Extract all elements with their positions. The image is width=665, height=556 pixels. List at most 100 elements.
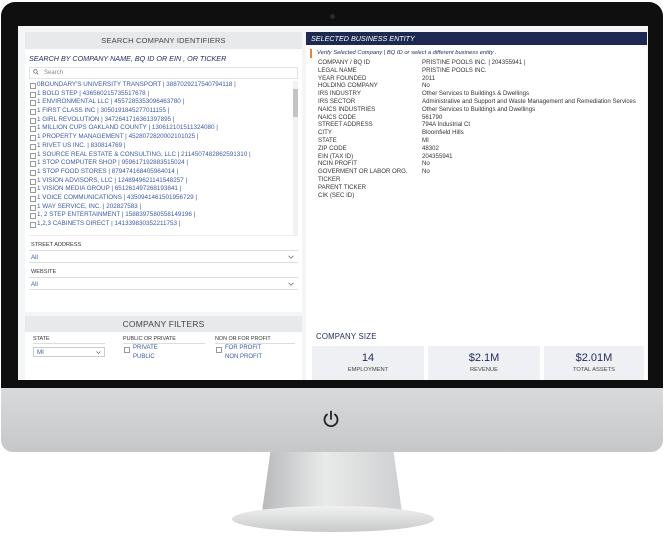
entity-header: SELECTED BUSINESS ENTITY — [306, 32, 647, 45]
detail-key: CIK (SEC ID) — [318, 191, 355, 199]
chevron-down-icon — [288, 282, 294, 286]
state-select[interactable]: MI — [33, 347, 105, 357]
detail-row: IRS SECTOR Administrative and Support and… — [318, 98, 646, 106]
website-filter: WEBSITE All — [29, 269, 298, 290]
detail-value: 204355941 — [422, 152, 453, 160]
list-item-label: 1 VISION MEDIA GROUP | 65126149726819384… — [37, 185, 182, 193]
list-item[interactable]: 1 STOP COMPUTER SHOP | 9596171928835150​… — [29, 159, 298, 168]
list-item-label: 1,2,3 CABINETS DIRECT | 1413398303522117… — [37, 220, 181, 227]
list-item[interactable]: 1 SOURCE REAL ESTATE & CONSULTING, LLC |… — [29, 151, 298, 160]
list-item[interactable]: 1 VOICE COMMUNICATIONS | 435094146150195… — [29, 194, 298, 203]
checkbox[interactable] — [216, 346, 222, 353]
detail-key: PARENT TICKER — [318, 183, 367, 191]
filters-header: COMPANY FILTERS — [25, 316, 302, 332]
checkbox[interactable] — [30, 213, 36, 220]
list-item-label: 1 VOICE COMMUNICATIONS | 435094146150195… — [37, 193, 197, 201]
list-item[interactable]: 1, 2 STEP ENTERTAINMENT | 15883975805581… — [29, 211, 298, 220]
option-label: PRIVATE — [133, 345, 158, 351]
checkbox[interactable] — [30, 161, 36, 168]
detail-key: NCIN PROFIT — [318, 160, 357, 168]
checkbox[interactable] — [30, 195, 36, 202]
checkbox[interactable] — [30, 126, 36, 133]
list-item[interactable]: 1 VISION MEDIA GROUP | 65126149726819384… — [29, 185, 298, 194]
entity-panel: SELECTED BUSINESS ENTITY Verify Selected… — [306, 32, 647, 380]
checkbox[interactable] — [30, 169, 36, 176]
checkbox[interactable] — [30, 91, 36, 98]
checkbox[interactable] — [30, 187, 36, 194]
list-item-label: 1 WAY SERVICE, INC. | 202827583 | — [37, 202, 142, 210]
list-item[interactable]: 1 VISION ADVISORS, LLC | 124894962114154… — [29, 177, 298, 186]
website-select[interactable]: All — [29, 278, 298, 290]
list-item[interactable]: 1 WAY SERVICE, INC. | 202827583 | — [29, 203, 298, 212]
search-panel: SEARCH COMPANY IDENTIFIERS SEARCH BY COM… — [25, 32, 302, 312]
checkbox[interactable] — [30, 143, 36, 150]
detail-value: 2011 — [422, 74, 436, 82]
option-label: FOR PROFIT — [225, 345, 262, 351]
street-address-select[interactable]: All — [29, 251, 298, 263]
option-public[interactable]: PUBLIC — [123, 353, 205, 362]
detail-key: HOLDING COMPANY — [318, 82, 378, 90]
checkbox[interactable] — [30, 109, 36, 116]
profit-filter: NON OR FOR PROFIT FOR PROFIT NON PROFIT — [215, 336, 295, 362]
option-non-profit[interactable]: NON PROFIT — [215, 353, 295, 362]
list-item[interactable]: 1,2,3 CABINETS DIRECT | 1413398303522117… — [29, 220, 298, 229]
detail-value: Administrative and Support and Waste Man… — [422, 97, 636, 105]
search-placeholder: Search — [44, 69, 64, 76]
stat-value: 14 — [361, 352, 375, 364]
detail-row: NCIN PROFIT No — [318, 160, 646, 168]
search-input[interactable]: Search — [29, 67, 298, 79]
detail-value: Other Services to Buildings & Dwellings — [422, 90, 530, 98]
detail-value: 561790 — [422, 113, 443, 121]
checkbox[interactable] — [30, 222, 36, 228]
street-address-label: STREET ADDRESS — [29, 242, 298, 251]
list-item[interactable]: 1 RIVET US INC. | 830814769 | — [29, 142, 298, 151]
list-item[interactable]: 0BOUNDARY'S UNIVERSITY TRANSPORT | 38870… — [29, 81, 298, 90]
detail-key: CITY — [318, 129, 332, 137]
screen: SEARCH COMPANY IDENTIFIERS SEARCH BY COM… — [18, 26, 648, 380]
list-item-label: 1 VISION ADVISORS, LLC | 124894962114154… — [37, 176, 188, 184]
detail-row: CIK (SEC ID) — [318, 192, 646, 200]
detail-value: PRISTINE POOLS INC. | 204355941 | — [422, 59, 526, 66]
state-filter: STATE MI — [33, 336, 105, 357]
detail-row: IRS INDUSTRY Other Services to Buildings … — [318, 90, 646, 98]
detail-key: EIN (TAX ID) — [318, 152, 354, 160]
company-list: 0BOUNDARY'S UNIVERSITY TRANSPORT | 38870… — [29, 81, 298, 236]
list-item[interactable]: 1 ENVIRONMENTAL LLC | 455728535309646378… — [29, 98, 298, 107]
stat-label: EMPLOYMENT — [347, 367, 389, 373]
checkbox[interactable] — [30, 178, 36, 185]
list-item[interactable]: 1 PROPERTY MANAGEMENT | 4528072820002101… — [29, 133, 298, 142]
checkbox[interactable] — [30, 152, 36, 159]
option-private[interactable]: PRIVATE — [123, 344, 205, 353]
list-item[interactable]: 1 GIRL REVOLUTION | 347264171636139789​5… — [29, 116, 298, 125]
detail-row: HOLDING COMPANY No — [318, 82, 646, 90]
company-filters-panel: COMPANY FILTERS STATE MI PUBLIC OR PRIVA… — [25, 316, 302, 380]
list-item-label: 1 ENVIRONMENTAL LLC | 455728535309646378… — [37, 98, 185, 106]
checkbox[interactable] — [30, 117, 36, 124]
checkbox[interactable] — [30, 204, 36, 211]
checkbox[interactable] — [30, 83, 36, 89]
list-item[interactable]: 1 BOLD STEP | 4365602157355176​78 | — [29, 90, 298, 99]
list-item[interactable]: 1 MILLION CUPS OAKLAND COUNTY | 13061210… — [29, 124, 298, 133]
detail-key: TICKER — [318, 175, 341, 183]
option-for-profit[interactable]: FOR PROFIT — [215, 344, 295, 353]
list-item-label: 1 STOP FOOD STORES | 879474168405964014 … — [37, 167, 179, 175]
option-label: PUBLIC — [133, 354, 155, 360]
checkbox[interactable] — [124, 346, 130, 353]
list-item[interactable]: 1 STOP FOOD STORES | 879474168405964014 … — [29, 168, 298, 177]
checkbox[interactable] — [30, 100, 36, 107]
detail-row: GOVERMENT OR LABOR ORG. No — [318, 168, 646, 176]
detail-value: 48302 — [422, 144, 439, 152]
entity-details: COMPANY / BQ ID PRISTINE POOLS INC. | 204… — [318, 59, 646, 199]
checkbox[interactable] — [30, 135, 36, 142]
scrollbar-thumb[interactable] — [293, 89, 298, 117]
detail-row: ZIP CODE 48302 — [318, 145, 646, 153]
verify-note: Verify Selected Company | BQ ID or selec… — [310, 49, 643, 58]
list-item[interactable]: 1 FIRST CLASS INC | 3050191845277011155 … — [29, 107, 298, 116]
detail-value: No — [422, 160, 430, 168]
list-item-label: 0BOUNDARY'S UNIVERSITY TRANSPORT | 38870… — [37, 81, 236, 88]
detail-key: NAICS INDUSTRIES — [318, 105, 376, 113]
camera — [330, 14, 335, 19]
search-icon — [33, 69, 39, 75]
list-scrollbar[interactable] — [293, 81, 298, 235]
detail-key: STREET ADDRESS — [318, 121, 373, 129]
